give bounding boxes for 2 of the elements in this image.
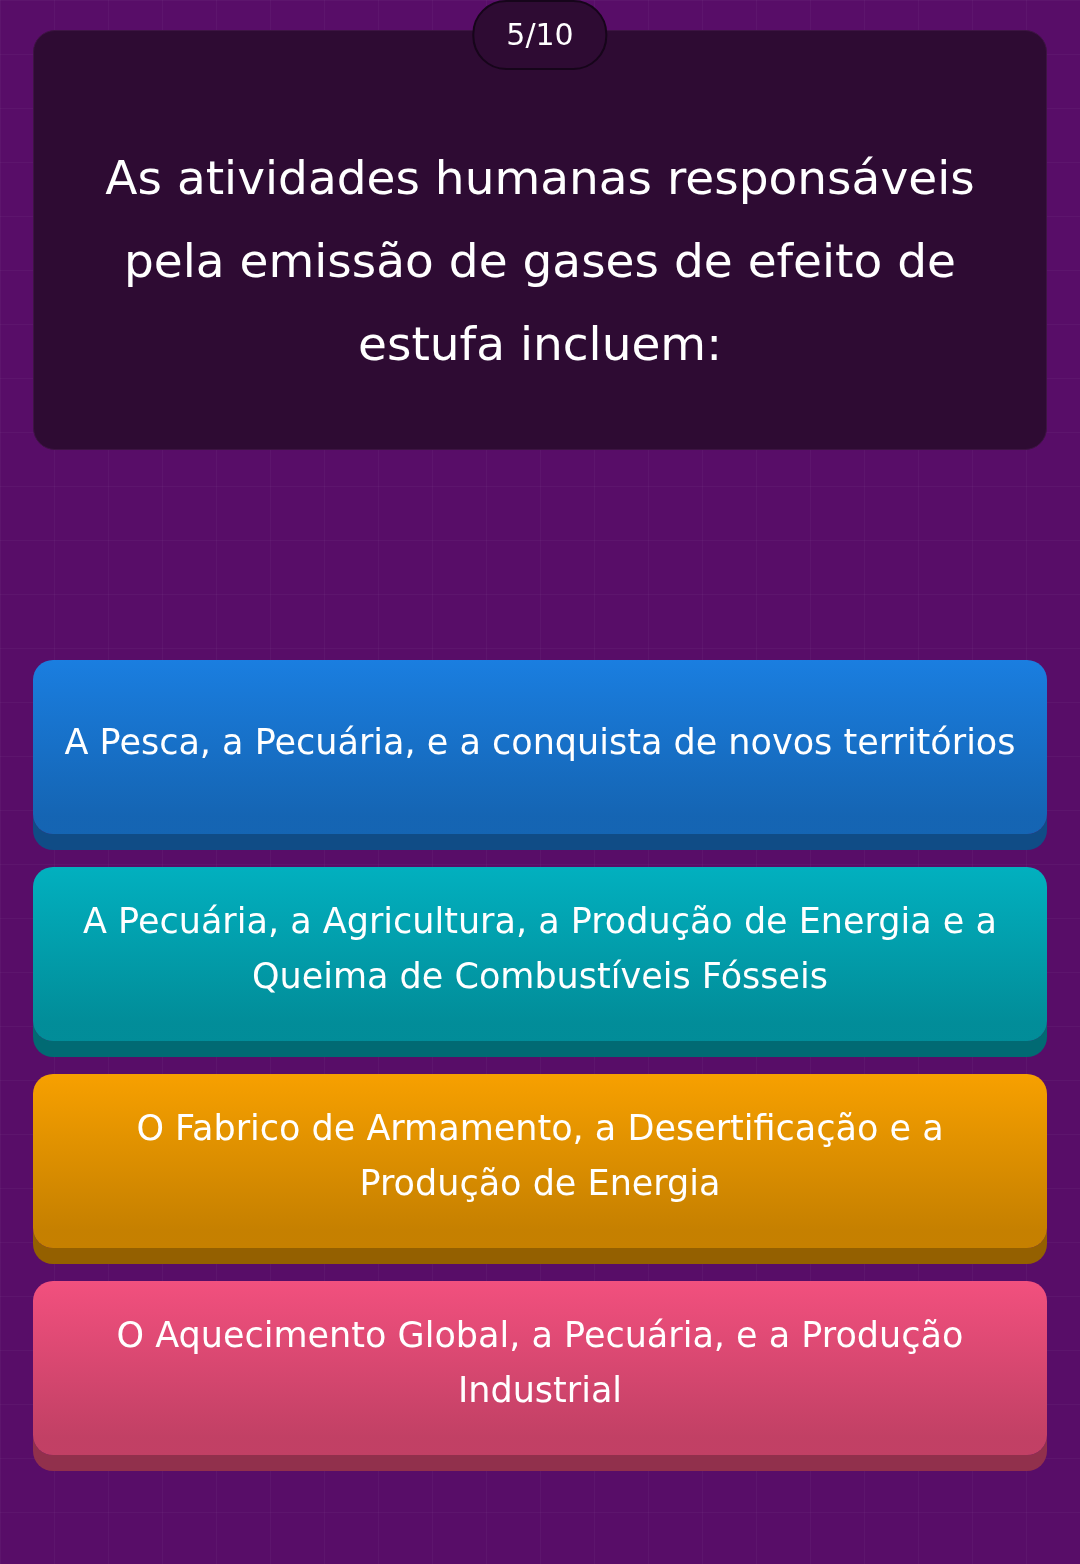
- question-counter: 5/10: [472, 0, 608, 70]
- question-text: As atividades humanas responsáveis pela emissão de gases de efeito de estufa incluem:: [104, 148, 976, 373]
